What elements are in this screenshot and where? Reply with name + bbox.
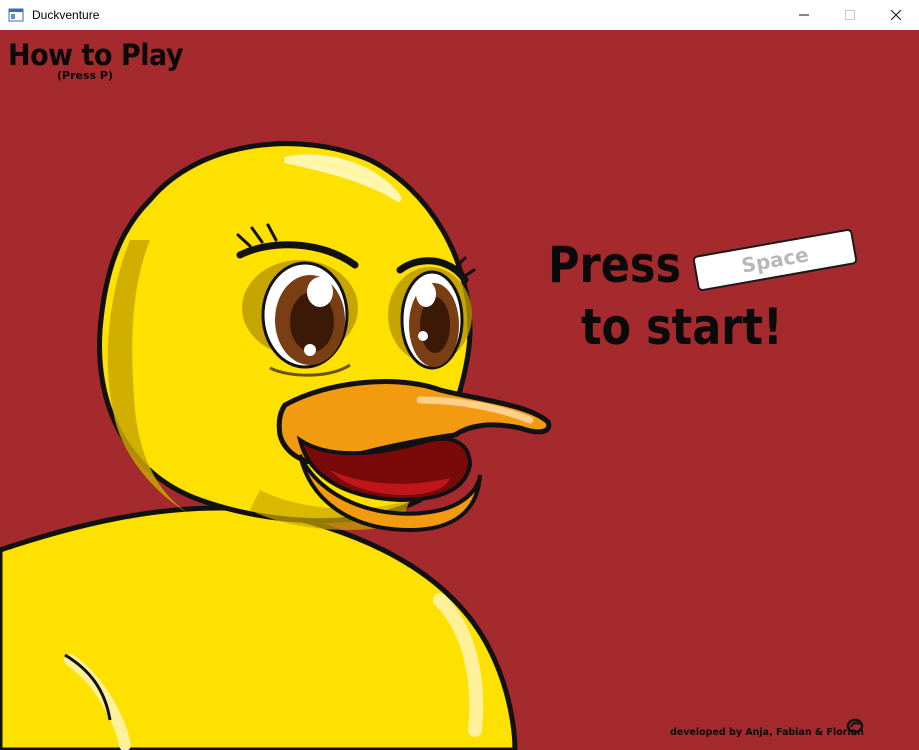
space-key-label: Space: [739, 242, 811, 278]
duck-illustration: [0, 141, 552, 750]
window-controls: [781, 0, 919, 30]
credits-text: developed by Anja, Fabian & Florian: [670, 727, 864, 738]
press-label: Press: [548, 236, 682, 294]
window-titlebar: Duckventure: [0, 0, 919, 30]
how-to-play-heading[interactable]: How to Play: [8, 38, 184, 72]
maximize-icon: [845, 10, 855, 20]
app-icon: [8, 8, 24, 22]
to-start-label: to start!: [581, 298, 783, 356]
minimize-button[interactable]: [781, 0, 827, 30]
game-canvas[interactable]: How to Play (Press P) Press Space to sta…: [0, 30, 919, 750]
minimize-icon: [799, 14, 809, 16]
close-icon: [891, 10, 901, 20]
close-button[interactable]: [873, 0, 919, 30]
window-title: Duckventure: [32, 8, 100, 22]
how-to-play-hint: (Press P): [57, 69, 113, 82]
signature-icon: [846, 718, 864, 734]
maximize-button[interactable]: [827, 0, 873, 30]
